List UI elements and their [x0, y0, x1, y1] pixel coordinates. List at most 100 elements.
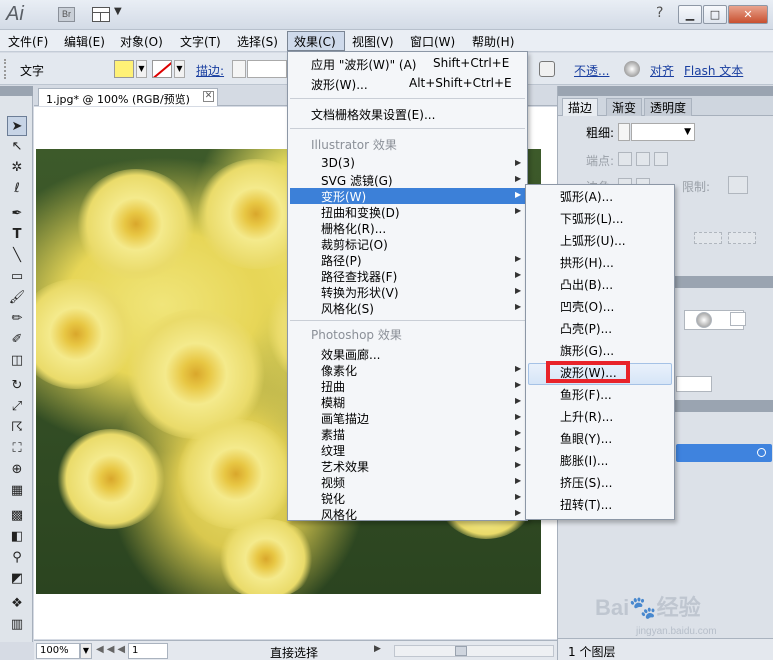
menu-item-brush-strokes[interactable]: 画笔描边 ▶	[290, 410, 525, 426]
help-icon[interactable]: ?	[656, 5, 663, 21]
magic-wand-tool-icon[interactable]: ✲	[7, 158, 27, 178]
gear-icon[interactable]	[696, 312, 712, 328]
warp-rise[interactable]: 上升(R)...	[528, 407, 672, 427]
eyedropper-tool-icon[interactable]: ⚲	[7, 548, 27, 568]
menu-item-pixelate[interactable]: 像素化 ▶	[290, 362, 525, 378]
weight-field[interactable]: ▼	[631, 123, 695, 141]
dash-preset-icon[interactable]	[728, 232, 756, 244]
stroke-link[interactable]: 描边:	[196, 62, 224, 79]
menu-help[interactable]: 帮助(H)	[472, 33, 514, 50]
menu-item-svg-filters[interactable]: SVG 滤镜(G) ▶	[290, 172, 525, 188]
menu-edit[interactable]: 编辑(E)	[64, 33, 105, 50]
menu-document-raster-settings[interactable]: 文档栅格效果设置(E)...	[290, 106, 525, 122]
zoom-dropdown[interactable]: ▼	[80, 643, 92, 659]
menu-apply-last-effect[interactable]: 应用 "波形(W)" (A) Shift+Ctrl+E	[290, 56, 525, 72]
menu-item-texture[interactable]: 纹理 ▶	[290, 442, 525, 458]
warp-tool-icon[interactable]: ☈	[7, 418, 27, 438]
menu-item-pathfinder[interactable]: 路径查找器(F) ▶	[290, 268, 525, 284]
paintbrush-tool-icon[interactable]: 🖌	[7, 288, 27, 308]
direct-selection-tool-icon[interactable]: ↖	[7, 137, 27, 157]
menu-item-convert-to-shape[interactable]: 转换为形状(V) ▶	[290, 284, 525, 300]
menu-item-distort[interactable]: 扭曲 ▶	[290, 378, 525, 394]
bridge-button[interactable]: Br	[58, 7, 75, 22]
stroke-weight-stepper[interactable]	[232, 60, 246, 78]
close-icon[interactable]: ✕	[203, 91, 214, 102]
document-tab[interactable]: 1.jpg* @ 100% (RGB/预览) ✕	[38, 88, 218, 106]
menu-item-ps-stylize[interactable]: 风格化 ▶	[290, 506, 525, 522]
stroke-dropdown[interactable]: ▼	[174, 60, 185, 78]
menu-item-video[interactable]: 视频 ▶	[290, 474, 525, 490]
warp-arc-upper[interactable]: 上弧形(U)...	[528, 231, 672, 251]
limit-field[interactable]	[728, 176, 748, 194]
new-item-icon[interactable]	[730, 312, 746, 326]
artboard-number-field[interactable]: 1	[128, 643, 168, 659]
status-arrow-icon[interactable]: ▶	[374, 644, 381, 654]
warp-shell-upper[interactable]: 凸壳(P)...	[528, 319, 672, 339]
menu-object[interactable]: 对象(O)	[120, 33, 163, 50]
minimize-button[interactable]: ▁	[678, 5, 702, 24]
menu-item-crop-marks[interactable]: 裁剪标记(O)	[290, 236, 525, 252]
warp-fisheye[interactable]: 鱼眼(Y)...	[528, 429, 672, 449]
menu-last-effect[interactable]: 波形(W)... Alt+Shift+Ctrl+E	[290, 76, 525, 92]
scrollbar-thumb[interactable]	[455, 646, 467, 656]
recolor-icon[interactable]	[624, 61, 640, 77]
warp-arc-lower[interactable]: 下弧形(L)...	[528, 209, 672, 229]
menu-type[interactable]: 文字(T)	[180, 33, 221, 50]
selection-tool-icon[interactable]: ➤	[7, 116, 27, 136]
shape-builder-tool-icon[interactable]: ⊕	[7, 460, 27, 480]
blend-tool-icon[interactable]: ◩	[7, 569, 27, 589]
menu-item-warp[interactable]: 变形(W) ▶	[290, 188, 525, 204]
blob-brush-tool-icon[interactable]: ✐	[7, 330, 27, 350]
layer-target-icon[interactable]	[757, 448, 766, 457]
butt-cap-icon[interactable]	[618, 152, 632, 166]
tab-stroke[interactable]: 描边	[562, 98, 599, 116]
zoom-field[interactable]: 100%	[36, 643, 80, 659]
menu-item-sketch[interactable]: 素描 ▶	[290, 426, 525, 442]
menu-item-rasterize[interactable]: 栅格化(R)...	[290, 220, 525, 236]
rectangle-tool-icon[interactable]: ▭	[7, 267, 27, 287]
menu-view[interactable]: 视图(V)	[352, 33, 394, 50]
round-cap-icon[interactable]	[636, 152, 650, 166]
menu-file[interactable]: 文件(F)	[8, 33, 48, 50]
column-graph-tool-icon[interactable]: ▥	[7, 615, 27, 635]
eraser-tool-icon[interactable]: ◫	[7, 351, 27, 371]
symbol-sprayer-tool-icon[interactable]: ❖	[7, 594, 27, 614]
rotate-tool-icon[interactable]: ↻	[7, 376, 27, 396]
warp-bulge[interactable]: 凸出(B)...	[528, 275, 672, 295]
workspace-layout-icon[interactable]	[92, 7, 110, 22]
opacity-link[interactable]: 不透...	[574, 62, 609, 79]
maximize-button[interactable]: □	[703, 5, 727, 24]
dash-preset-icon[interactable]	[694, 232, 722, 244]
warp-arch[interactable]: 拱形(H)...	[528, 253, 672, 273]
gradient-tool-icon[interactable]: ◧	[7, 527, 27, 547]
perspective-grid-tool-icon[interactable]: ▦	[7, 481, 27, 501]
line-tool-icon[interactable]: ╲	[7, 246, 27, 266]
menu-window[interactable]: 窗口(W)	[410, 33, 455, 50]
stroke-weight-field[interactable]	[247, 60, 287, 78]
status-current-tool[interactable]: 直接选择	[270, 644, 318, 660]
flash-text-link[interactable]: Flash 文本	[684, 62, 743, 79]
warp-squeeze[interactable]: 挤压(S)...	[528, 473, 672, 493]
fill-color-swatch[interactable]	[114, 60, 134, 78]
panel-dock-header[interactable]	[558, 86, 773, 96]
menu-item-effect-gallery[interactable]: 效果画廊...	[290, 346, 525, 362]
type-tool-icon[interactable]: T	[7, 225, 27, 245]
menu-item-distort-transform[interactable]: 扭曲和变换(D) ▶	[290, 204, 525, 220]
menu-effect[interactable]: 效果(C)	[287, 31, 345, 51]
stroke-color-swatch[interactable]	[152, 60, 172, 78]
menu-item-sharpen[interactable]: 锐化 ▶	[290, 490, 525, 506]
align-link[interactable]: 对齐	[650, 62, 674, 79]
close-window-button[interactable]: ✕	[728, 5, 768, 24]
grip-handle[interactable]	[4, 59, 9, 79]
menu-select[interactable]: 选择(S)	[237, 33, 278, 50]
warp-flag[interactable]: 旗形(G)...	[528, 341, 672, 361]
pencil-tool-icon[interactable]: ✏	[7, 309, 27, 329]
scale-tool-icon[interactable]: ⤢	[7, 397, 27, 417]
menu-item-path[interactable]: 路径(P) ▶	[290, 252, 525, 268]
warp-twist[interactable]: 扭转(T)...	[528, 495, 672, 515]
menu-item-stylize[interactable]: 风格化(S) ▶	[290, 300, 525, 316]
menu-item-blur[interactable]: 模糊 ▶	[290, 394, 525, 410]
free-transform-tool-icon[interactable]: ⛶	[7, 439, 27, 459]
projecting-cap-icon[interactable]	[654, 152, 668, 166]
tab-gradient[interactable]: 渐变	[606, 98, 643, 116]
